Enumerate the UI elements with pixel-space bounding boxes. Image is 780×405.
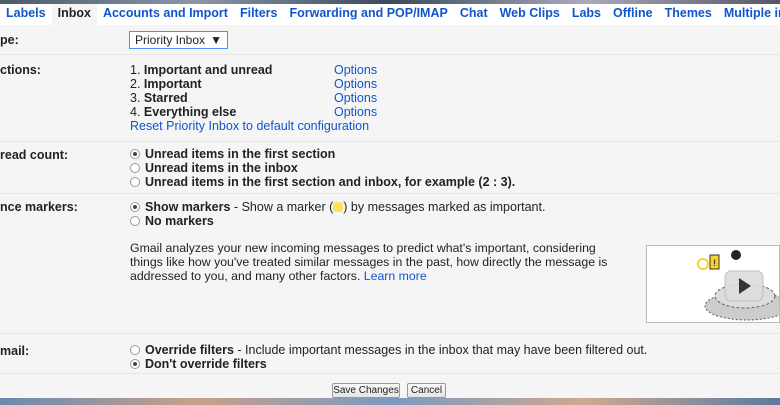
radio[interactable] <box>130 216 140 226</box>
tab-filters[interactable]: Filters <box>234 4 284 25</box>
unread-count-row: read count: Unread items in the first se… <box>0 142 780 194</box>
no-markers-option[interactable]: No markers <box>130 214 545 228</box>
radio[interactable] <box>130 163 140 173</box>
dropdown-arrow-icon: ▼ <box>210 33 222 47</box>
save-changes-button[interactable]: Save Changes <box>332 383 400 398</box>
unread-option-both[interactable]: Unread items in the first section and in… <box>130 175 515 189</box>
tab-labs[interactable]: Labs <box>566 4 607 25</box>
importance-marker-icon <box>333 202 344 212</box>
radio[interactable] <box>130 345 140 355</box>
show-markers-option[interactable]: Show markers - Show a marker () by messa… <box>130 200 545 214</box>
tab-offline[interactable]: Offline <box>607 4 659 25</box>
radio-selected[interactable] <box>130 149 140 159</box>
unread-option-first-section[interactable]: Unread items in the first section <box>130 147 515 161</box>
unread-option-inbox[interactable]: Unread items in the inbox <box>130 161 515 175</box>
section-1-options-link[interactable]: Options <box>334 63 377 77</box>
inbox-type-label: pe: <box>0 33 19 47</box>
tab-chat[interactable]: Chat <box>454 4 494 25</box>
override-filters-option[interactable]: Override filters - Include important mes… <box>130 343 647 357</box>
unread-count-label: read count: <box>0 148 69 162</box>
filtered-mail-label: mail: <box>0 344 30 358</box>
inbox-type-value: Priority Inbox <box>135 33 206 47</box>
tab-inbox[interactable]: Inbox <box>51 4 97 25</box>
priority-inbox-video-thumbnail[interactable]: ! <box>646 245 780 323</box>
section-4-options-link[interactable]: Options <box>334 105 377 119</box>
cancel-button[interactable]: Cancel <box>407 383 446 398</box>
dont-override-filters-option[interactable]: Don't override filters <box>130 357 647 371</box>
tab-labels[interactable]: Labels <box>0 4 52 25</box>
radio-selected[interactable] <box>130 359 140 369</box>
video-illustration-icon: ! <box>697 250 780 321</box>
inbox-type-row: pe: <box>0 25 780 55</box>
section-2-options-link[interactable]: Options <box>334 77 377 91</box>
importance-markers-label: nce markers: <box>0 200 78 214</box>
tab-forwarding[interactable]: Forwarding and POP/IMAP <box>283 4 453 25</box>
section-3-options-link[interactable]: Options <box>334 91 377 105</box>
background-image-bottom <box>0 398 780 405</box>
radio-selected[interactable] <box>130 202 140 212</box>
inbox-sections-row: ctions: 1. Important and unread 2. Impor… <box>0 55 780 142</box>
tab-accounts[interactable]: Accounts and Import <box>97 4 234 25</box>
filtered-mail-row: mail: Override filters - Include importa… <box>0 334 780 374</box>
inbox-sections-label: ctions: <box>0 63 41 77</box>
tab-themes[interactable]: Themes <box>659 4 718 25</box>
tab-multiple-inbox[interactable]: Multiple inbox <box>718 4 780 25</box>
radio[interactable] <box>130 177 140 187</box>
settings-tabs: Labels Inbox Accounts and Import Filters… <box>0 4 780 25</box>
reset-priority-inbox-link[interactable]: Reset Priority Inbox to default configur… <box>130 119 369 133</box>
learn-more-link[interactable]: Learn more <box>364 269 427 283</box>
svg-text:!: ! <box>713 258 716 268</box>
inbox-type-select[interactable]: Priority Inbox ▼ <box>129 31 228 49</box>
tab-web-clips[interactable]: Web Clips <box>494 4 566 25</box>
importance-description: Gmail analyzes your new incoming message… <box>130 241 608 283</box>
